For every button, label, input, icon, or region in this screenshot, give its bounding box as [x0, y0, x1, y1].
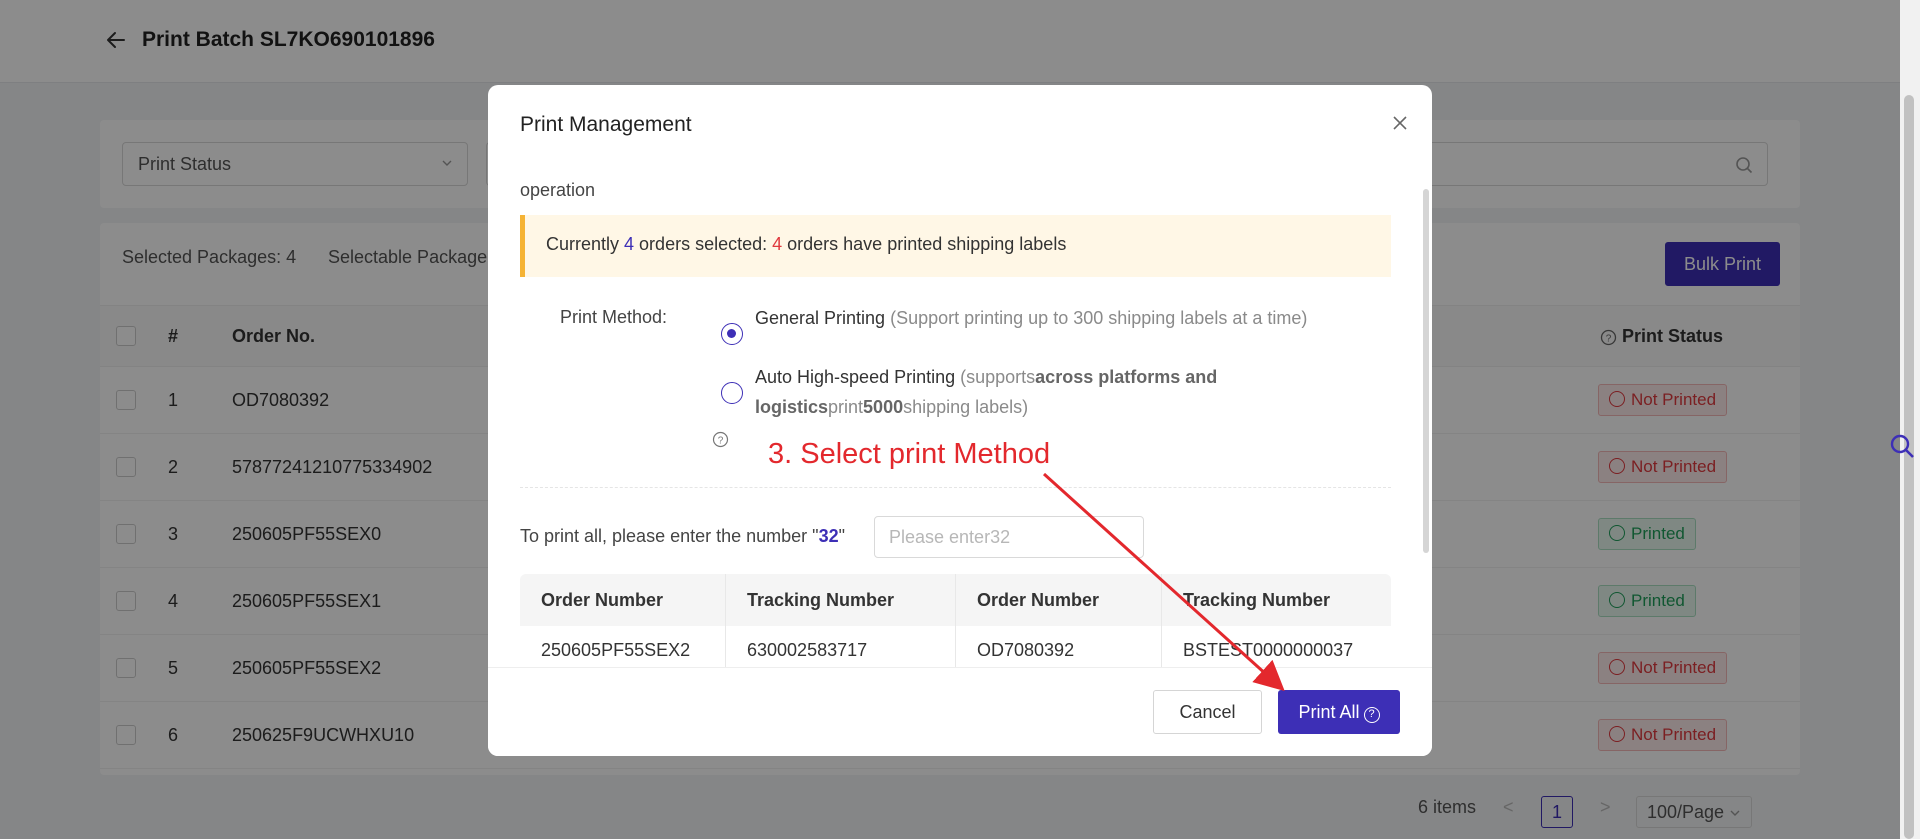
dialog-scrollbar[interactable]: [1423, 189, 1429, 553]
alert-printed-count: 4: [772, 234, 783, 254]
option-auto-high-speed-printing[interactable]: Auto High-speed Printing (supportsacross…: [755, 362, 1325, 422]
print-management-dialog: Print Management operation Currently 4 o…: [488, 85, 1432, 756]
column-header-order-number: Order Number: [520, 574, 726, 626]
option-auto-note-a: (supports: [955, 367, 1036, 387]
cancel-button[interactable]: Cancel: [1153, 690, 1262, 734]
dialog-title: Print Management: [520, 113, 692, 136]
alert-prefix: Currently: [546, 234, 625, 254]
floating-search-icon[interactable]: [1888, 432, 1916, 460]
confirm-prefix: To print all, please enter the number ": [520, 526, 819, 546]
option-auto-note-e: shipping labels): [903, 397, 1029, 417]
option-auto-printing-name: Auto High-speed Printing: [755, 367, 956, 387]
operation-label: operation: [520, 180, 596, 200]
option-general-printing-name: General Printing: [755, 308, 886, 328]
page-scrollbar-thumb[interactable]: [1904, 95, 1914, 839]
selection-alert: Currently 4 orders selected: 4 orders ha…: [520, 215, 1391, 277]
confirm-suffix: ": [838, 526, 845, 546]
radio-auto-high-speed-printing[interactable]: [721, 382, 743, 404]
alert-selected-count: 4: [624, 234, 635, 254]
svg-text:?: ?: [718, 436, 724, 447]
option-general-printing-note: (Support printing up to 300 shipping lab…: [890, 308, 1308, 328]
option-auto-note-d: 5000: [863, 397, 904, 417]
tutorial-annotation: 3. Select print Method: [768, 438, 1051, 470]
print-method-label: Print Method:: [560, 307, 668, 327]
help-icon: ?: [1363, 706, 1380, 723]
divider: [520, 487, 1391, 488]
alert-middle: orders selected:: [634, 234, 773, 254]
column-header-order-number: Order Number: [956, 574, 1162, 626]
option-general-printing[interactable]: General Printing (Support printing up to…: [755, 303, 1325, 333]
close-icon[interactable]: [1392, 115, 1408, 131]
radio-general-printing[interactable]: [721, 323, 743, 345]
print-all-button[interactable]: Print All?: [1278, 690, 1400, 734]
confirm-label: To print all, please enter the number "3…: [520, 526, 845, 547]
column-header-tracking-number: Tracking Number: [726, 574, 956, 626]
column-header-tracking-number: Tracking Number: [1162, 574, 1391, 626]
confirm-number: 32: [818, 526, 839, 546]
help-icon[interactable]: ?: [712, 431, 729, 448]
option-auto-note-c: print: [828, 397, 864, 417]
confirm-number-input[interactable]: [874, 516, 1144, 558]
print-all-label: Print All: [1298, 701, 1360, 722]
alert-suffix: orders have printed shipping labels: [782, 234, 1067, 254]
dialog-footer: Cancel Print All?: [488, 667, 1432, 756]
